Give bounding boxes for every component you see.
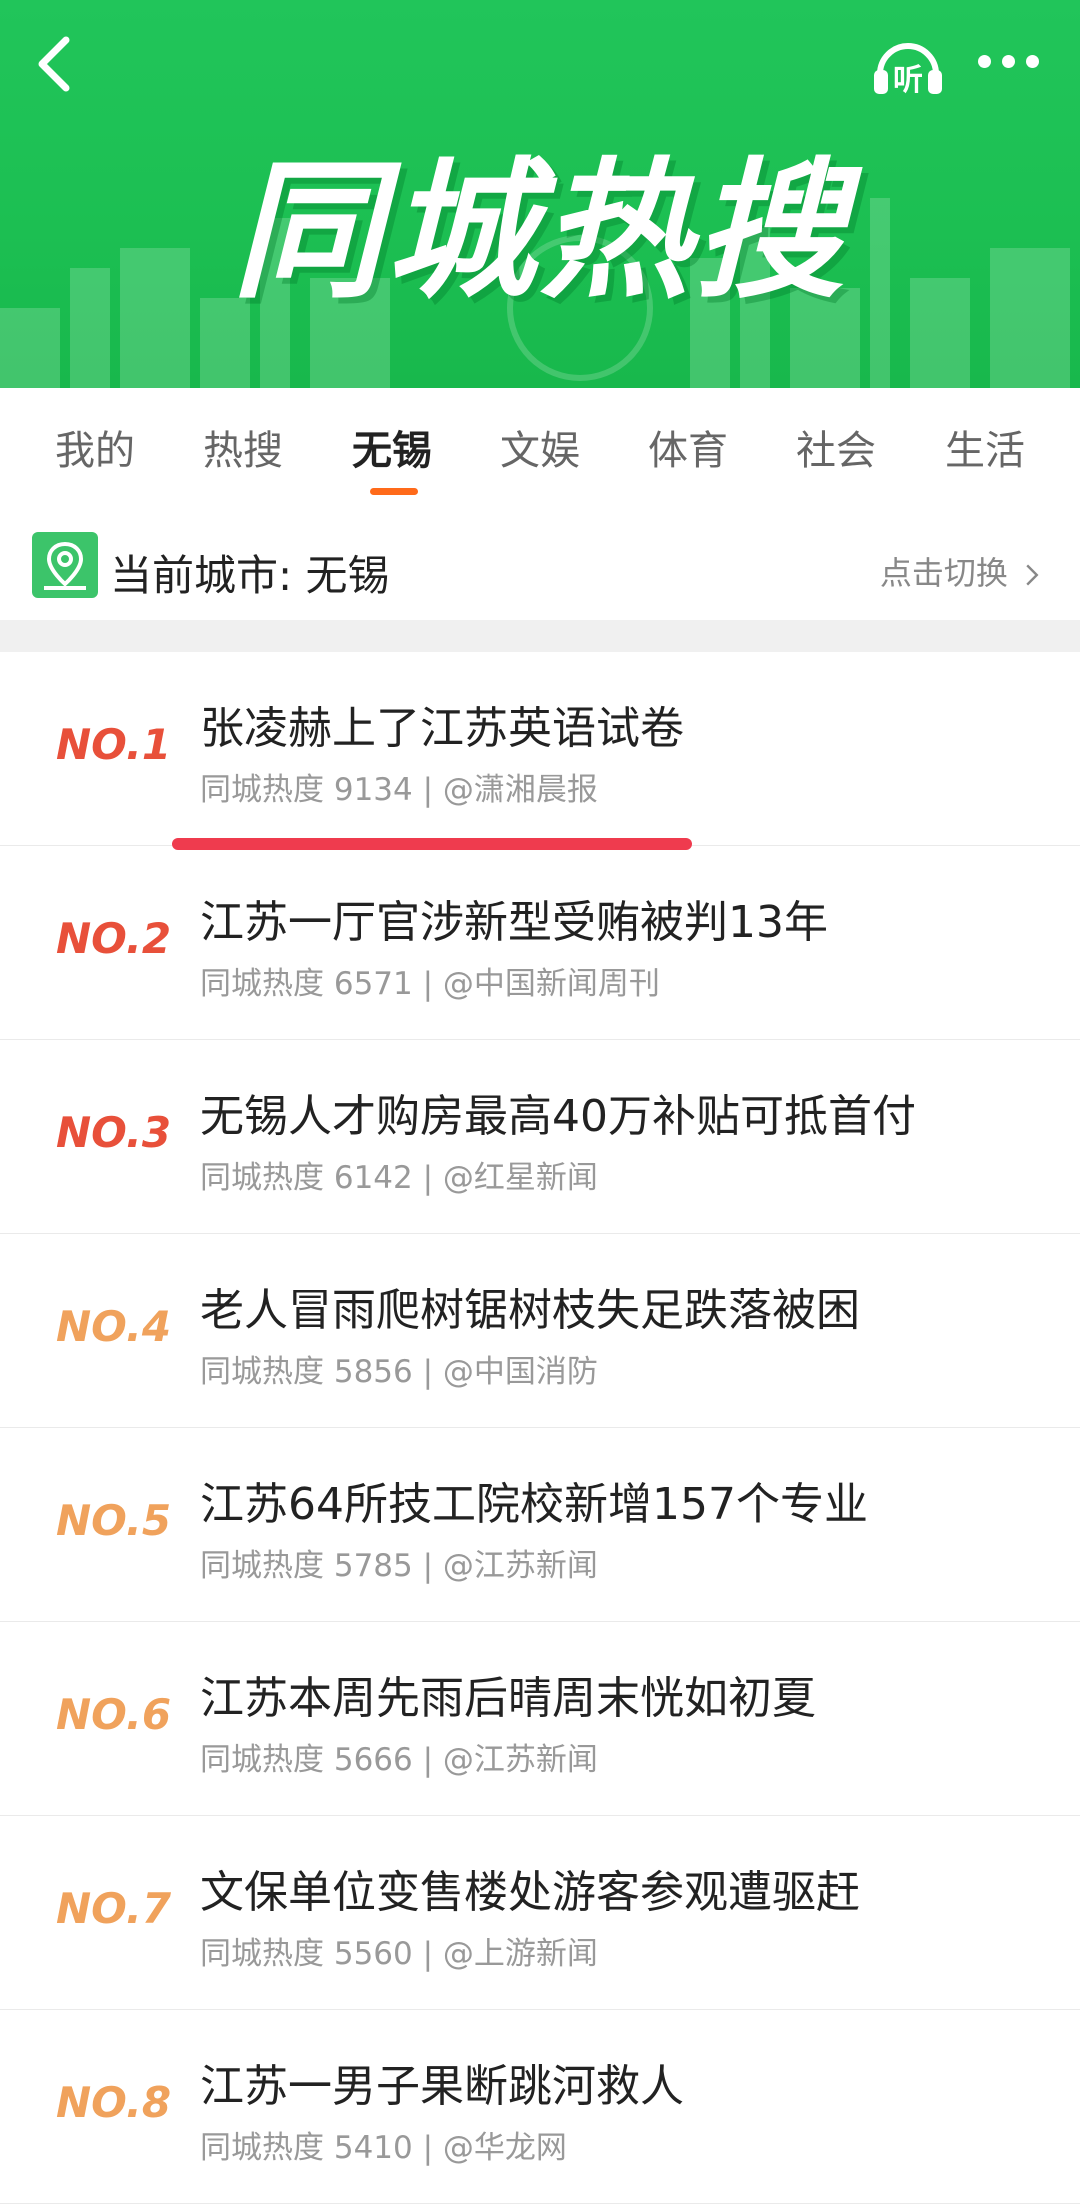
active-tab-indicator <box>370 488 418 495</box>
item-meta: 同城热度 5666 | @江苏新闻 <box>200 1742 598 1778</box>
tab-hot[interactable]: 热搜 <box>183 418 303 476</box>
tab-society[interactable]: 社会 <box>776 418 896 476</box>
list-item[interactable]: NO.3 无锡人才购房最高40万补贴可抵首付 同城热度 6142 | @红星新闻 <box>0 1040 1080 1234</box>
headphone-icon: 听 <box>874 43 942 98</box>
highlight-underline <box>172 838 692 850</box>
item-meta: 同城热度 5410 | @华龙网 <box>200 2130 567 2166</box>
rank-badge: NO.6 <box>56 1690 172 1739</box>
item-meta: 同城热度 6142 | @红星新闻 <box>200 1160 598 1196</box>
list-item[interactable]: NO.7 文保单位变售楼处游客参观遭驱赶 同城热度 5560 | @上游新闻 <box>0 1816 1080 2010</box>
header-banner: 听 同城热搜 <box>0 0 1080 388</box>
section-divider <box>0 620 1080 652</box>
rank-badge: NO.8 <box>56 2078 172 2127</box>
item-meta: 同城热度 5785 | @江苏新闻 <box>200 1548 598 1584</box>
tab-mine[interactable]: 我的 <box>35 418 155 476</box>
category-tabs: 我的 热搜 无锡 文娱 体育 社会 生活 <box>0 388 1080 518</box>
item-meta: 同城热度 9134 | @潇湘晨报 <box>200 772 598 808</box>
chevron-right-icon <box>1026 564 1039 586</box>
hot-search-list: NO.1 张凌赫上了江苏英语试卷 同城热度 9134 | @潇湘晨报 NO.2 … <box>0 652 1080 2204</box>
list-item[interactable]: NO.4 老人冒雨爬树锯树枝失足跌落被困 同城热度 5856 | @中国消防 <box>0 1234 1080 1428</box>
item-title: 无锡人才购房最高40万补贴可抵首付 <box>200 1091 916 1142</box>
rank-badge: NO.1 <box>56 720 172 769</box>
item-title: 文保单位变售楼处游客参观遭驱赶 <box>200 1867 860 1918</box>
switch-city-button[interactable]: 点击切换 <box>880 548 1040 594</box>
item-meta: 同城热度 6571 | @中国新闻周刊 <box>200 966 660 1002</box>
page-title: 同城热搜 <box>231 145 848 319</box>
switch-city-label: 点击切换 <box>879 554 1008 592</box>
list-item[interactable]: NO.1 张凌赫上了江苏英语试卷 同城热度 9134 | @潇湘晨报 <box>0 652 1080 846</box>
rank-badge: NO.3 <box>56 1108 172 1157</box>
item-title: 江苏一男子果断跳河救人 <box>200 2061 684 2112</box>
current-city-row: 当前城市: 无锡 点击切换 <box>0 518 1080 618</box>
item-title: 江苏一厅官涉新型受贿被判13年 <box>200 897 828 948</box>
list-item[interactable]: NO.5 江苏64所技工院校新增157个专业 同城热度 5785 | @江苏新闻 <box>0 1428 1080 1622</box>
listen-label: 听 <box>893 63 923 98</box>
item-title: 张凌赫上了江苏英语试卷 <box>200 703 684 754</box>
item-meta: 同城热度 5560 | @上游新闻 <box>200 1936 598 1972</box>
back-icon[interactable] <box>28 30 88 100</box>
listen-button[interactable]: 听 <box>868 30 948 100</box>
item-title: 老人冒雨爬树锯树枝失足跌落被困 <box>200 1285 860 1336</box>
item-title: 江苏64所技工院校新增157个专业 <box>200 1479 868 1530</box>
tab-entertainment[interactable]: 文娱 <box>480 418 600 476</box>
location-pin-icon <box>32 532 98 598</box>
list-item[interactable]: NO.8 江苏一男子果断跳河救人 同城热度 5410 | @华龙网 <box>0 2010 1080 2204</box>
item-meta: 同城热度 5856 | @中国消防 <box>200 1354 598 1390</box>
rank-badge: NO.2 <box>56 914 172 963</box>
current-city-label: 当前城市: 无锡 <box>110 551 390 600</box>
more-icon[interactable] <box>978 55 1040 71</box>
rank-badge: NO.7 <box>56 1884 172 1933</box>
rank-badge: NO.5 <box>56 1496 172 1545</box>
tab-life[interactable]: 生活 <box>925 418 1045 476</box>
tab-sports[interactable]: 体育 <box>628 418 748 476</box>
tab-wuxi[interactable]: 无锡 <box>332 418 452 476</box>
rank-badge: NO.4 <box>56 1302 172 1351</box>
list-item[interactable]: NO.2 江苏一厅官涉新型受贿被判13年 同城热度 6571 | @中国新闻周刊 <box>0 846 1080 1040</box>
list-item[interactable]: NO.6 江苏本周先雨后晴周末恍如初夏 同城热度 5666 | @江苏新闻 <box>0 1622 1080 1816</box>
item-title: 江苏本周先雨后晴周末恍如初夏 <box>200 1673 816 1724</box>
